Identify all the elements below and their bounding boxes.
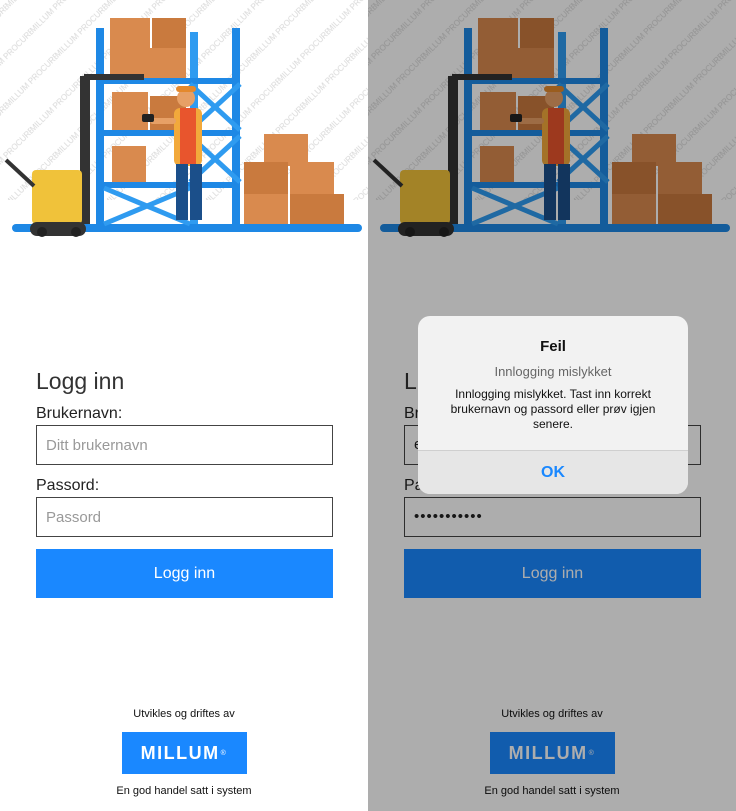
login-form: Logg inn Brukernavn: Passord: Logg inn <box>36 368 333 598</box>
dialog-message: Innlogging mislykket. Tast inn korrekt b… <box>450 387 656 431</box>
login-button[interactable]: Logg inn <box>36 549 333 598</box>
dialog-subtitle: Innlogging mislykket <box>494 364 612 379</box>
millum-logo: MILLUM ® <box>121 732 247 774</box>
password-label: Passord: <box>36 477 100 494</box>
dialog-title: Feil <box>540 338 566 355</box>
ok-button[interactable]: OK <box>418 451 688 494</box>
error-dialog: Feil Innlogging mislykket Innlogging mis… <box>418 316 688 494</box>
password-input[interactable] <box>36 497 333 537</box>
footer-tagline: En god handel satt i system <box>116 785 252 797</box>
username-input[interactable] <box>36 425 333 465</box>
screen-pair: MILLUM PROCUREMENT MILLUM PROCUREMENT <box>0 0 736 811</box>
brand-mark: ® <box>220 749 228 757</box>
warehouse-illustration: MILLUM PROCUREMENT MILLUM PROCUREMENT <box>0 0 368 240</box>
brand-name: MILLUM <box>140 742 220 763</box>
login-title: Logg inn <box>36 368 125 394</box>
login-error-screen: MILLUM PROCUREMENT MILLUM PROCUREMENT <box>368 0 736 811</box>
footer: Utvikles og driftes av MILLUM ® En god ha… <box>0 708 368 797</box>
login-screen: MILLUM PROCUREMENT MILLUM PROCUREMENT <box>0 0 368 811</box>
footer-developer-text: Utvikles og driftes av <box>133 708 235 720</box>
username-label: Brukernavn: <box>36 405 123 422</box>
